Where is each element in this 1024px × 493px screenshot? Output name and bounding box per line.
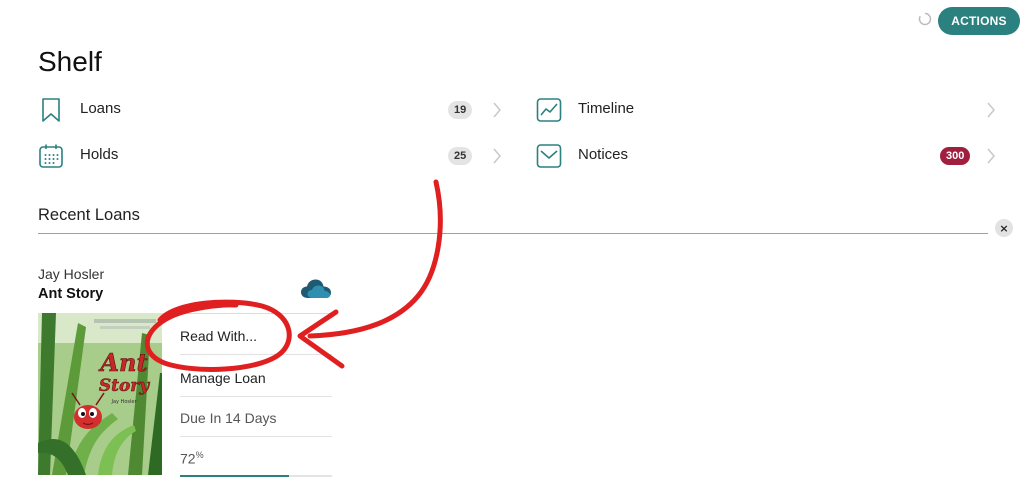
- cover-title-line1: Ant: [98, 348, 147, 377]
- envelope-icon: [536, 144, 562, 168]
- notices-count-badge: 300: [940, 147, 971, 165]
- progress-unit: %: [195, 450, 204, 460]
- holds-count-badge: 25: [448, 147, 473, 165]
- shelf-nav-holds-label: Holds: [80, 146, 119, 163]
- progress-value: 72%: [180, 450, 204, 467]
- read-with-menu-item[interactable]: Read With...: [180, 328, 257, 344]
- actions-button[interactable]: ACTIONS: [938, 7, 1020, 35]
- due-date-text: Due In 14 Days: [180, 410, 277, 426]
- divider: [38, 233, 988, 234]
- loan-author: Jay Hosler: [38, 266, 105, 282]
- chevron-right-icon: [493, 102, 501, 118]
- chart-line-icon: [536, 98, 562, 122]
- shelf-nav-notices[interactable]: Notices 300: [536, 138, 1006, 174]
- cloud-icon[interactable]: [300, 278, 332, 300]
- shelf-nav-timeline-label: Timeline: [578, 100, 635, 117]
- chevron-right-icon: [987, 102, 995, 118]
- divider: [180, 396, 332, 397]
- shelf-nav-notices-label: Notices: [578, 146, 629, 163]
- progress-bar-fill: [180, 475, 290, 477]
- manage-loan-menu-item[interactable]: Manage Loan: [180, 370, 266, 386]
- shelf-nav-timeline[interactable]: Timeline: [536, 92, 1006, 128]
- shelf-nav-loans[interactable]: Loans 19: [38, 92, 508, 128]
- cover-title-line2: Story: [99, 376, 150, 396]
- page-title: Shelf: [38, 46, 102, 77]
- divider: [180, 354, 332, 355]
- progress-number: 72: [180, 450, 196, 467]
- annotation-arrow-head: [297, 309, 345, 369]
- loading-spinner-icon: [918, 12, 932, 26]
- book-cover-image[interactable]: Ant Story Jay Hosler: [38, 313, 162, 475]
- loan-title[interactable]: Ant Story: [38, 286, 103, 302]
- shelf-nav-loans-label: Loans: [80, 100, 121, 117]
- calendar-icon: [39, 144, 63, 168]
- recent-loans-heading: Recent Loans: [38, 206, 140, 224]
- shelf-nav-holds[interactable]: Holds 25: [38, 138, 508, 174]
- chevron-right-icon: [493, 148, 501, 164]
- close-recent-loans-button[interactable]: ×: [995, 219, 1013, 237]
- bookmark-icon: [42, 98, 60, 122]
- chevron-right-icon: [987, 148, 995, 164]
- loans-count-badge: 19: [448, 101, 473, 119]
- divider: [180, 436, 332, 437]
- cover-author: Jay Hosler: [110, 399, 137, 405]
